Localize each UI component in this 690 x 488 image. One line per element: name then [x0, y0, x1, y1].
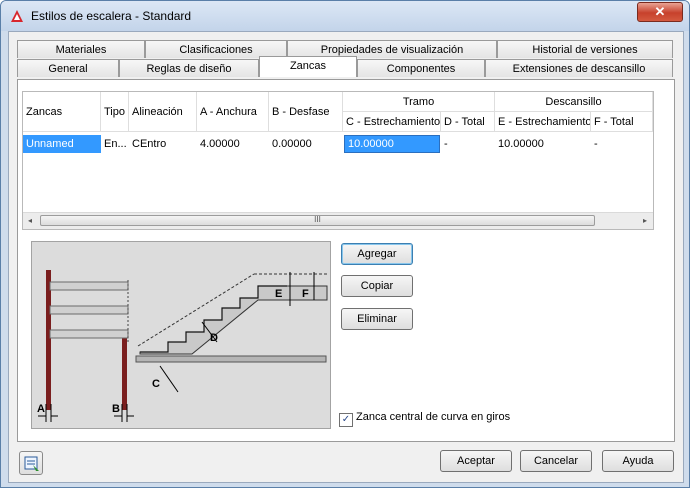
horizontal-scrollbar[interactable]: ◂ III ▸: [23, 212, 653, 229]
tab-general[interactable]: General: [17, 59, 119, 77]
column-header-alineacion[interactable]: Alineación: [129, 92, 197, 132]
dialog-client-area: Materiales Clasificaciones Propiedades d…: [8, 31, 684, 483]
group-header-descansillo: Descansillo: [495, 92, 653, 112]
cell-alineacion[interactable]: CEntro: [129, 135, 197, 153]
column-header-a-anchura[interactable]: A - Anchura: [197, 92, 269, 132]
label-a: A: [37, 403, 45, 415]
label-c: C: [152, 378, 160, 390]
cancelar-button[interactable]: Cancelar: [520, 450, 592, 472]
tab-materiales[interactable]: Materiales: [17, 40, 145, 58]
label-d: D: [210, 332, 218, 344]
scroll-thumb[interactable]: III: [40, 215, 595, 226]
wizard-glyph-icon: [24, 456, 39, 471]
label-b: B: [112, 403, 120, 415]
zanca-central-label: Zanca central de curva en giros: [356, 411, 511, 423]
column-header-d-total[interactable]: D - Total: [441, 112, 495, 132]
cell-b-desfase[interactable]: 0.00000: [269, 135, 343, 153]
cell-tipo[interactable]: En...: [101, 135, 129, 153]
tab-extensiones-descansillo[interactable]: Extensiones de descansillo: [485, 59, 673, 77]
cell-c-estrechamiento-edit[interactable]: 10.00000: [344, 135, 440, 153]
copiar-button[interactable]: Copiar: [341, 275, 413, 297]
label-e: E: [275, 288, 282, 300]
group-header-tramo: Tramo: [343, 92, 495, 112]
column-header-zancas[interactable]: Zancas: [23, 92, 101, 132]
close-button[interactable]: ✕: [637, 2, 683, 22]
dialog-window: Estilos de escalera - Standard ✕ Materia…: [0, 0, 690, 488]
column-header-tipo[interactable]: Tipo: [101, 92, 129, 132]
zancas-grid[interactable]: Zancas Tipo Alineación A - Anchura B - D…: [22, 91, 654, 230]
stringer-preview-image: A B E F D C: [31, 241, 331, 429]
tab-historial-versiones[interactable]: Historial de versiones: [497, 40, 673, 58]
stair-diagram-svg: A B E F D C: [37, 270, 328, 422]
window-title: Estilos de escalera - Standard: [31, 9, 192, 23]
cell-zancas[interactable]: Unnamed: [23, 135, 101, 153]
tab-reglas-diseno[interactable]: Reglas de diseño: [119, 59, 259, 77]
scroll-right-icon[interactable]: ▸: [639, 215, 651, 227]
cell-d-total[interactable]: -: [441, 135, 495, 153]
label-f: F: [302, 288, 309, 300]
column-header-c-estrechamiento[interactable]: C - Estrechamiento: [343, 112, 441, 132]
column-header-b-desfase[interactable]: B - Desfase: [269, 92, 343, 132]
column-header-f-total[interactable]: F - Total: [591, 112, 653, 132]
eliminar-button[interactable]: Eliminar: [341, 308, 413, 330]
tab-componentes[interactable]: Componentes: [357, 59, 485, 77]
cell-e-estrechamiento[interactable]: 10.00000: [495, 135, 591, 153]
aceptar-button[interactable]: Aceptar: [440, 450, 512, 472]
column-header-e-estrechamiento[interactable]: E - Estrechamiento: [495, 112, 591, 132]
ayuda-button[interactable]: Ayuda: [602, 450, 674, 472]
cell-f-total[interactable]: -: [591, 135, 653, 153]
zanca-central-checkbox[interactable]: ✓: [339, 413, 353, 427]
agregar-button[interactable]: Agregar: [341, 243, 413, 265]
tab-zancas[interactable]: Zancas: [259, 56, 357, 77]
title-bar[interactable]: Estilos de escalera - Standard ✕: [1, 1, 689, 31]
help-wizard-icon[interactable]: [19, 451, 43, 475]
cell-a-anchura[interactable]: 4.00000: [197, 135, 269, 153]
autocad-logo-icon: [11, 10, 23, 22]
scroll-left-icon[interactable]: ◂: [24, 215, 36, 227]
zanca-central-checkbox-row[interactable]: ✓ Zanca central de curva en giros: [339, 409, 511, 427]
